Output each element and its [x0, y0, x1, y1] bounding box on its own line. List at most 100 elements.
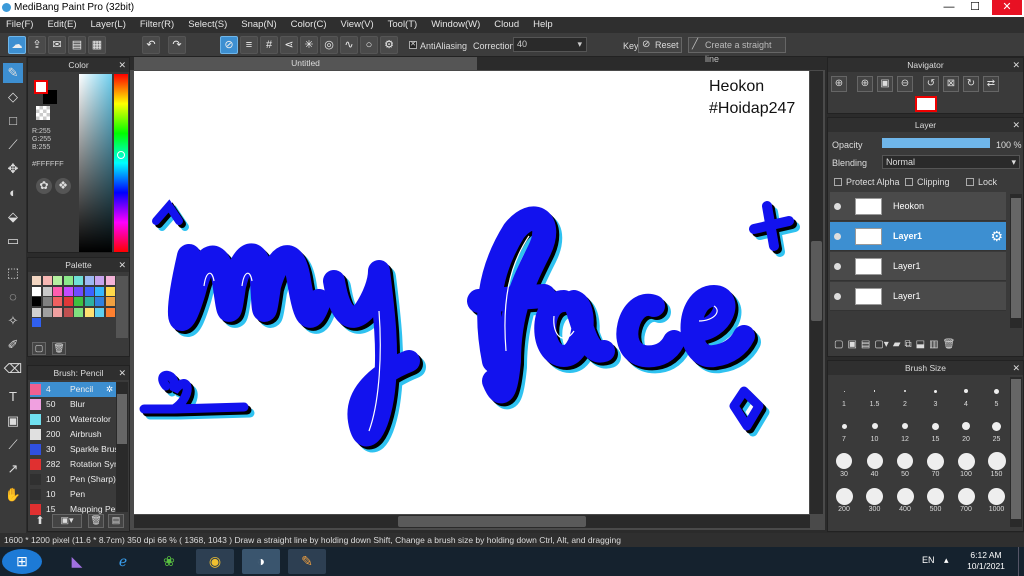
- brush-size-option[interactable]: 20: [952, 416, 980, 443]
- menu-color[interactable]: Color(C): [291, 17, 327, 33]
- opacity-slider[interactable]: [882, 138, 990, 148]
- brush-item[interactable]: 200 Airbrush: [30, 427, 116, 442]
- close-button[interactable]: ✕: [992, 0, 1022, 15]
- brush-size-option[interactable]: 300: [861, 486, 889, 513]
- lock-checkbox[interactable]: [966, 178, 974, 186]
- palette-swatch[interactable]: [63, 276, 73, 285]
- coccoc-icon[interactable]: ❀: [150, 549, 188, 574]
- layer-settings-gear-icon[interactable]: ⚙: [990, 228, 1003, 245]
- foreground-color-swatch[interactable]: [34, 80, 48, 94]
- menu-filter[interactable]: Filter(R): [140, 17, 174, 33]
- correction-select[interactable]: 40 ▾: [513, 37, 587, 52]
- palette-swatch[interactable]: [63, 286, 73, 296]
- select-eraser-icon[interactable]: ⌫: [3, 359, 23, 379]
- layer-row[interactable]: Layer1: [830, 282, 1006, 311]
- brush-size-option[interactable]: 200: [830, 486, 858, 513]
- palette-swatch[interactable]: [53, 276, 62, 285]
- tray-expand-icon[interactable]: ▴: [944, 555, 949, 566]
- brush-tool-icon[interactable]: ✎: [3, 63, 23, 83]
- clipping-checkbox[interactable]: [905, 178, 913, 186]
- menu-tool[interactable]: Tool(T): [388, 17, 418, 33]
- palette-swatch[interactable]: [105, 297, 115, 306]
- brush-size-option[interactable]: 4: [952, 381, 980, 408]
- eyedropper-tool-icon[interactable]: ⟋: [3, 435, 23, 455]
- brush-item[interactable]: 10 Pen: [30, 487, 116, 502]
- menu-layer[interactable]: Layer(L): [91, 17, 126, 33]
- circle-snap-icon[interactable]: ○: [360, 36, 378, 54]
- palette-swatch[interactable]: [84, 307, 94, 317]
- eye-icon[interactable]: [834, 263, 841, 270]
- eraser-tool-icon[interactable]: ◇: [3, 87, 23, 107]
- palette-swatch[interactable]: [95, 286, 104, 296]
- menu-snap[interactable]: Snap(N): [241, 17, 276, 33]
- palette-swatch[interactable]: [105, 286, 115, 296]
- brush-item[interactable]: 50 Blur: [30, 397, 116, 412]
- eye-icon[interactable]: [834, 203, 841, 210]
- show-desktop-button[interactable]: [1018, 547, 1024, 576]
- palette-swatch[interactable]: [53, 297, 62, 306]
- lasso-tool-icon[interactable]: ◌: [3, 287, 23, 307]
- share-icon[interactable]: ⇪: [28, 36, 46, 54]
- brush-size-option[interactable]: 40: [861, 451, 889, 478]
- delete-layer-icon[interactable]: 🗑: [943, 339, 956, 350]
- palette-swatch[interactable]: [105, 307, 115, 317]
- palette-swatch[interactable]: [42, 307, 52, 317]
- palette-swatch[interactable]: [95, 297, 104, 306]
- palette-swatch[interactable]: [84, 297, 94, 306]
- perspective-snap-icon[interactable]: ⋖: [280, 36, 298, 54]
- eye-icon[interactable]: [834, 293, 841, 300]
- brush-item[interactable]: 100 Watercolor: [30, 412, 116, 427]
- menu-view[interactable]: View(V): [341, 17, 374, 33]
- palette-icon[interactable]: ✿: [36, 178, 52, 194]
- hue-slider[interactable]: [114, 74, 128, 252]
- palette-swatch[interactable]: [63, 297, 73, 306]
- brush-settings-gear-icon[interactable]: ✲: [106, 382, 113, 397]
- brush-size-option[interactable]: 150: [983, 451, 1011, 478]
- divide-tool-icon[interactable]: ▣: [3, 411, 23, 431]
- palette-swatch[interactable]: [53, 307, 62, 317]
- move-tool-icon[interactable]: ✥: [3, 159, 23, 179]
- palette-swatch[interactable]: [105, 276, 115, 285]
- clock[interactable]: 6:12 AM 10/1/2021: [962, 550, 1010, 572]
- palette-swatch[interactable]: [42, 276, 52, 285]
- brush-size-option[interactable]: 7: [830, 416, 858, 443]
- new-palette-icon[interactable]: ▢: [32, 342, 46, 355]
- brush-size-option[interactable]: 100: [952, 451, 980, 478]
- palette-swatch[interactable]: [74, 307, 83, 317]
- navigator-preview[interactable]: [915, 96, 937, 112]
- fill-tool-icon[interactable]: ◐: [3, 183, 23, 203]
- palette-swatch[interactable]: [74, 297, 83, 306]
- zoom-fit-icon[interactable]: ⊕: [857, 76, 873, 92]
- brush-size-option[interactable]: 70: [922, 451, 950, 478]
- brush-item[interactable]: 4 Pencil ✲: [30, 382, 116, 397]
- layer-row[interactable]: Layer1 ⚙: [830, 222, 1006, 251]
- blending-select[interactable]: Normal ▾: [882, 155, 1020, 169]
- brush-size-option[interactable]: 2: [891, 381, 919, 408]
- vertical-scroll-thumb[interactable]: [811, 241, 822, 321]
- redo-icon[interactable]: ↷: [168, 36, 186, 54]
- rectangle-tool-icon[interactable]: □: [3, 111, 23, 131]
- close-icon[interactable]: ✕: [118, 58, 126, 72]
- curve-snap-icon[interactable]: ∿: [340, 36, 358, 54]
- parallel-snap-icon[interactable]: ≡: [240, 36, 258, 54]
- brush-size-option[interactable]: 15: [922, 416, 950, 443]
- brush-item[interactable]: 30 Sparkle Brush: [30, 442, 116, 457]
- merge-layer-icon[interactable]: ⬓: [916, 339, 925, 350]
- brush-item[interactable]: 15 Mapping Pen: [30, 502, 116, 517]
- close-icon[interactable]: ✕: [1012, 118, 1020, 132]
- hand-tool-icon[interactable]: ✋: [3, 485, 23, 505]
- windows-start-icon[interactable]: ⊞: [2, 549, 42, 574]
- palette-swatch[interactable]: [32, 276, 41, 285]
- menu-help[interactable]: Help: [533, 17, 553, 33]
- maximize-button[interactable]: ☐: [964, 0, 986, 15]
- palette-swatch[interactable]: [32, 286, 41, 296]
- palette-swatch[interactable]: [74, 286, 83, 296]
- bucket-tool-icon[interactable]: ⬙: [3, 207, 23, 227]
- palette-swatch[interactable]: [42, 297, 52, 306]
- protect-alpha-checkbox[interactable]: [834, 178, 842, 186]
- palette-swatch[interactable]: [32, 297, 41, 306]
- undo-icon[interactable]: ↶: [142, 36, 160, 54]
- zoom-actual-icon[interactable]: ▣: [877, 76, 893, 92]
- layer-row[interactable]: Heokon: [830, 192, 1006, 221]
- brush-size-option[interactable]: 1: [830, 381, 858, 408]
